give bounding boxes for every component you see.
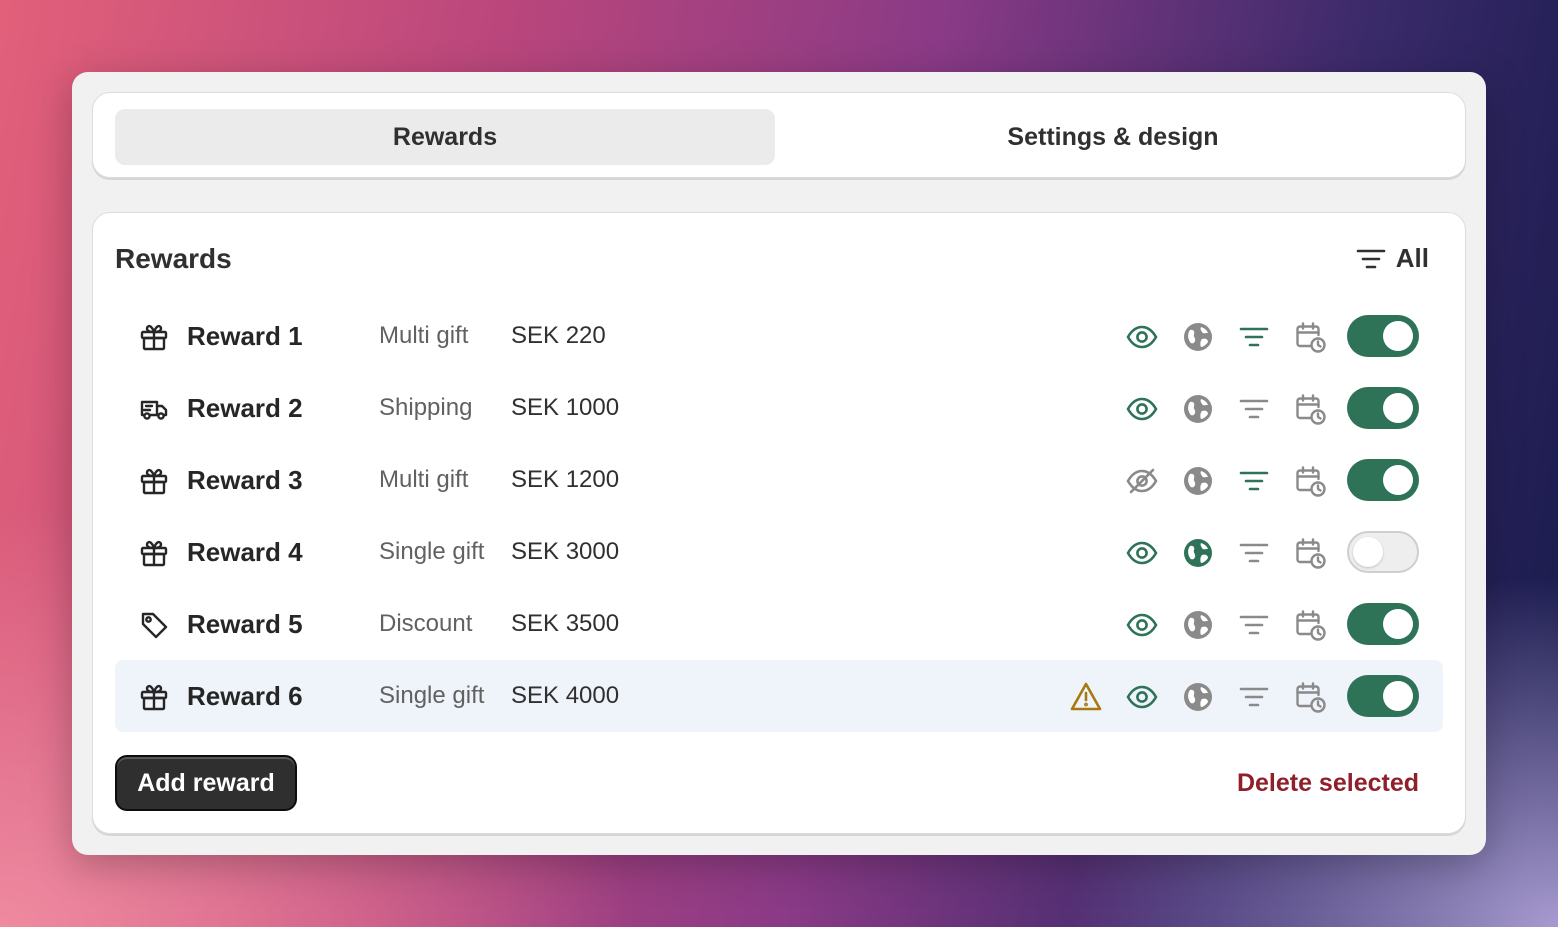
- tab-bar: Rewards Settings & design: [92, 92, 1466, 178]
- reward-enabled-toggle[interactable]: [1347, 603, 1419, 645]
- reward-amount: SEK 4000: [511, 682, 620, 709]
- add-reward-button[interactable]: Add reward: [115, 755, 297, 811]
- filter-icon[interactable]: [1237, 392, 1271, 426]
- reward-enabled-toggle[interactable]: [1347, 387, 1419, 429]
- warning-icon[interactable]: [1069, 680, 1103, 714]
- globe-icon[interactable]: [1181, 608, 1215, 642]
- reward-name[interactable]: Reward 2: [187, 393, 303, 424]
- reward-name[interactable]: Reward 1: [187, 321, 303, 352]
- toggle-knob: [1383, 465, 1413, 495]
- reward-amount: SEK 1200: [511, 466, 620, 493]
- reward-name[interactable]: Reward 3: [187, 465, 303, 496]
- filter-icon[interactable]: [1237, 608, 1271, 642]
- reward-row[interactable]: Reward 6 Single gift SEK 4000: [115, 660, 1443, 732]
- reward-type: Discount: [379, 610, 473, 637]
- rewards-card: Rewards All Reward 1 Multi gift SEK 220 Rew…: [92, 212, 1466, 834]
- globe-icon[interactable]: [1181, 320, 1215, 354]
- reward-enabled-toggle[interactable]: [1347, 459, 1419, 501]
- toggle-knob: [1383, 321, 1413, 351]
- eye-icon[interactable]: [1125, 320, 1159, 354]
- reward-type: Single gift: [379, 538, 485, 565]
- eye-off-icon[interactable]: [1125, 464, 1159, 498]
- filter-icon[interactable]: [1237, 536, 1271, 570]
- reward-amount: SEK 3500: [511, 610, 620, 637]
- delete-selected-button[interactable]: Delete selected: [1237, 769, 1419, 798]
- reward-name[interactable]: Reward 5: [187, 609, 303, 640]
- calendar-clock-icon[interactable]: [1293, 464, 1327, 498]
- gift-icon: [139, 466, 169, 496]
- tab-settings-design[interactable]: Settings & design: [783, 109, 1443, 165]
- eye-icon[interactable]: [1125, 608, 1159, 642]
- reward-enabled-toggle[interactable]: [1347, 531, 1419, 573]
- reward-type: Shipping: [379, 394, 473, 421]
- gift-icon: [139, 538, 169, 568]
- section-title: Rewards: [115, 243, 232, 274]
- calendar-clock-icon[interactable]: [1293, 536, 1327, 570]
- reward-name[interactable]: Reward 4: [187, 537, 303, 568]
- toggle-knob: [1383, 681, 1413, 711]
- reward-row[interactable]: Reward 5 Discount SEK 3500: [115, 588, 1443, 660]
- tab-rewards[interactable]: Rewards: [115, 109, 775, 165]
- filter-label: All: [1395, 243, 1429, 273]
- reward-amount: SEK 3000: [511, 538, 620, 565]
- truck-icon: [139, 394, 169, 424]
- rewards-list: Reward 1 Multi gift SEK 220 Reward 2 Shippin…: [115, 300, 1443, 732]
- reward-enabled-toggle[interactable]: [1347, 315, 1419, 357]
- reward-row[interactable]: Reward 1 Multi gift SEK 220: [115, 300, 1443, 372]
- reward-row[interactable]: Reward 4 Single gift SEK 3000: [115, 516, 1443, 588]
- reward-amount: SEK 1000: [511, 394, 620, 421]
- reward-type: Multi gift: [379, 466, 469, 493]
- toggle-knob: [1383, 609, 1413, 639]
- filter-icon[interactable]: [1237, 464, 1271, 498]
- calendar-clock-icon[interactable]: [1293, 680, 1327, 714]
- toggle-knob: [1383, 393, 1413, 423]
- reward-type: Multi gift: [379, 322, 469, 349]
- eye-icon[interactable]: [1125, 392, 1159, 426]
- app-window: Rewards Settings & design Rewards All Re…: [72, 72, 1486, 855]
- filter-icon: [1356, 247, 1386, 271]
- tag-icon: [139, 610, 169, 640]
- filter-icon[interactable]: [1237, 320, 1271, 354]
- gift-icon: [139, 682, 169, 712]
- filter-icon[interactable]: [1237, 680, 1271, 714]
- calendar-clock-icon[interactable]: [1293, 608, 1327, 642]
- reward-enabled-toggle[interactable]: [1347, 675, 1419, 717]
- reward-row[interactable]: Reward 2 Shipping SEK 1000: [115, 372, 1443, 444]
- calendar-clock-icon[interactable]: [1293, 320, 1327, 354]
- filter-button[interactable]: All: [1356, 243, 1429, 274]
- reward-type: Single gift: [379, 682, 485, 709]
- globe-icon[interactable]: [1181, 464, 1215, 498]
- reward-amount: SEK 220: [511, 322, 606, 349]
- globe-icon[interactable]: [1181, 680, 1215, 714]
- toggle-knob: [1353, 537, 1383, 567]
- eye-icon[interactable]: [1125, 536, 1159, 570]
- eye-icon[interactable]: [1125, 680, 1159, 714]
- reward-name[interactable]: Reward 6: [187, 681, 303, 712]
- globe-icon[interactable]: [1181, 392, 1215, 426]
- reward-row[interactable]: Reward 3 Multi gift SEK 1200: [115, 444, 1443, 516]
- calendar-clock-icon[interactable]: [1293, 392, 1327, 426]
- gift-icon: [139, 322, 169, 352]
- globe-icon[interactable]: [1181, 536, 1215, 570]
